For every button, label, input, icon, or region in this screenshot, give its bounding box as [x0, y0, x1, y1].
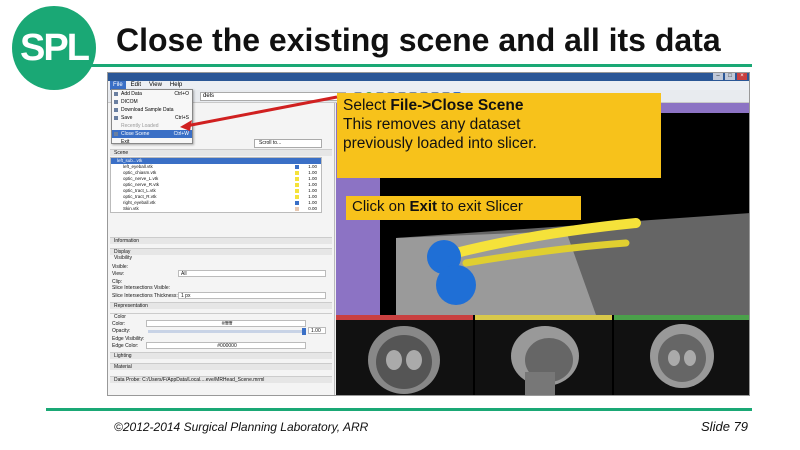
scene-section-header[interactable]: Scene [110, 149, 332, 156]
menu-item-dicom[interactable]: DICOM [112, 98, 192, 106]
menu-item-close-scene[interactable]: Close Scene Ctrl+W [112, 130, 192, 138]
add-data-icon [114, 92, 118, 96]
tree-row-name: optic_tract_L.vtk [123, 188, 156, 193]
slide: SPL Close the existing scene and all its… [0, 0, 800, 450]
opacity-label: Opacity: [112, 328, 131, 334]
material-section[interactable]: Material [110, 363, 332, 370]
menu-item-add-data[interactable]: Add Data Ctrl+O [112, 90, 192, 98]
close-scene-icon [114, 132, 118, 136]
window-controls: – □ × [713, 73, 747, 81]
tree-row[interactable]: Skin.vtk 0.00 [111, 206, 321, 212]
opacity-slider[interactable] [148, 328, 306, 335]
axial-image [368, 326, 440, 394]
tree-row-name: optic_nerve_L.vtk [123, 176, 159, 181]
sagittal-image [511, 326, 579, 395]
close-scene-callout: Select File->Close Scene This removes an… [337, 93, 661, 178]
menubar: File Edit View Help [108, 81, 749, 90]
tree-row-name: optic_tract_R.vtk [123, 194, 157, 199]
menu-item-save[interactable]: Save Ctrl+S [112, 114, 192, 122]
view-label: View: [112, 271, 125, 277]
close-icon[interactable]: × [737, 73, 747, 80]
information-section[interactable]: Information [110, 237, 332, 244]
menu-item-download-sample[interactable]: Download Sample Data [112, 106, 192, 114]
menu-item-recently-loaded: Recently Loaded [121, 123, 159, 129]
edge-color-label: Edge Color: [112, 343, 139, 349]
slide-number: Slide 79 [701, 419, 748, 434]
slice-thickness-select[interactable]: 1 px [178, 292, 326, 299]
callout1-line3: previously loaded into slicer. [343, 135, 537, 152]
slice-visible-label: Slice Intersections Visible: [112, 285, 170, 291]
save-icon [114, 116, 118, 120]
minimize-icon[interactable]: – [713, 73, 723, 80]
view-select[interactable]: All [178, 270, 326, 277]
green-slice-view[interactable] [614, 315, 749, 395]
callout2-bold: Exit [409, 198, 438, 215]
callout2-prefix: Click on [352, 198, 410, 215]
module-selector[interactable]: dels [200, 92, 346, 101]
download-icon [114, 108, 118, 112]
scene-tree: left_sub...vtk left_eyeball.vtk 1.00 optic… [110, 157, 322, 213]
dicom-icon [114, 100, 118, 104]
callout1-prefix: Select [343, 97, 391, 114]
color-swatch[interactable] [295, 165, 299, 169]
visibility-section[interactable]: Visibility [110, 255, 332, 262]
visible-label: Visible: [112, 264, 129, 270]
color-swatch[interactable] [295, 189, 299, 193]
tree-row-name: Skin.vtk [123, 206, 139, 211]
color-swatch[interactable] [295, 177, 299, 181]
maximize-icon[interactable]: □ [725, 73, 735, 80]
color-swatch[interactable] [295, 201, 299, 205]
scroll-to-search[interactable]: Scroll to... [254, 139, 322, 148]
slice-thickness-label: Slice Intersections Thickness: [112, 293, 178, 299]
red-slice-view[interactable] [336, 315, 473, 395]
data-probe-section[interactable]: Data Probe: C:/Users/F/AppData/Local....… [110, 376, 332, 383]
color-swatch[interactable] [295, 195, 299, 199]
opacity-value[interactable]: 1.00 [308, 327, 326, 334]
color-swatch[interactable] [295, 207, 299, 211]
lighting-section[interactable]: Lighting [110, 352, 332, 359]
tree-row-name: left_eyeball.vtk [123, 164, 153, 169]
color-picker[interactable]: #ffffff [146, 320, 306, 327]
color-swatch[interactable] [295, 171, 299, 175]
file-menu-dropdown: Add Data Ctrl+O DICOM Download Sample Dat… [111, 89, 193, 146]
callout1-bold: File->Close Scene [390, 97, 524, 114]
callout2-suffix: to exit Slicer [437, 198, 523, 215]
edge-visibility-label: Edge Visibility: [112, 336, 145, 342]
edge-color-picker[interactable]: #000000 [146, 342, 306, 349]
window-titlebar [108, 73, 749, 81]
color-section[interactable]: Color [110, 313, 332, 320]
menu-item-exit[interactable]: Exit [112, 138, 192, 146]
spl-logo: SPL [12, 6, 96, 90]
module-panel: Scroll to... Scene left_sub...vtk left_e… [108, 103, 335, 395]
copyright-footer: ©2012-2014 Surgical Planning Laboratory,… [114, 420, 369, 434]
coronal-image [650, 324, 714, 388]
bottom-divider [46, 408, 752, 411]
color-label: Color: [112, 321, 126, 327]
color-swatch[interactable] [295, 183, 299, 187]
yellow-slice-view[interactable] [475, 315, 612, 395]
top-divider [46, 64, 752, 67]
exit-callout: Click on Exit to exit Slicer [346, 196, 581, 220]
display-section[interactable]: Display [110, 248, 332, 255]
tree-row-name: optic_nerve_R.vtk [123, 182, 160, 187]
tree-row-name: right_eyeball.vtk [123, 200, 156, 205]
tree-row-name: optic_chiasm.vtk [123, 170, 157, 175]
callout1-line2: This removes any dataset [343, 116, 521, 133]
slice-views [336, 315, 749, 395]
representation-section[interactable]: Representation [110, 302, 332, 309]
opacity-value[interactable]: 0.00 [308, 206, 317, 212]
slide-title: Close the existing scene and all its dat… [116, 22, 721, 58]
